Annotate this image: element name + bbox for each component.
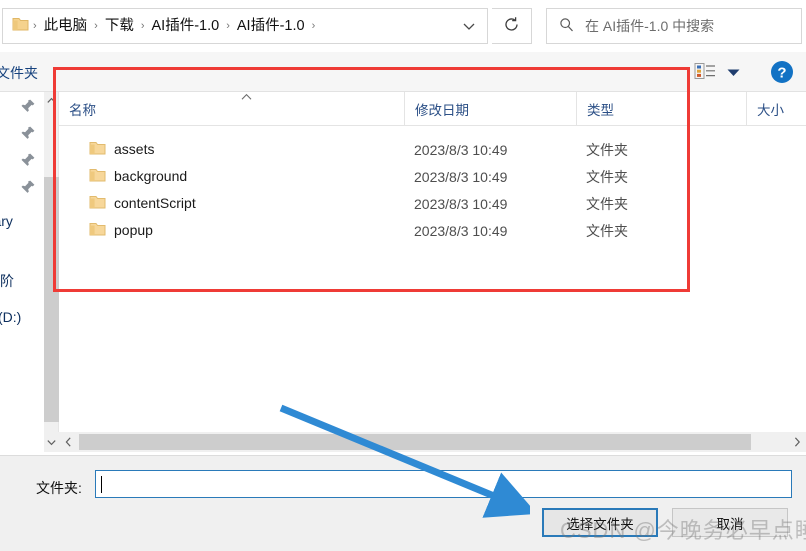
scroll-down-button[interactable]: [44, 432, 59, 452]
navigation-scrollbar[interactable]: [44, 92, 59, 452]
button-label: 取消: [716, 516, 744, 532]
breadcrumb-separator: ›: [94, 20, 98, 32]
view-layout-button[interactable]: [692, 61, 718, 83]
scroll-thumb[interactable]: [44, 177, 59, 422]
folder-icon: [12, 17, 29, 35]
file-date: 2023/8/3 10:49: [414, 222, 508, 239]
view-layout-icon: [694, 62, 716, 83]
search-icon: [559, 17, 574, 35]
column-label: 大小: [757, 102, 784, 118]
breadcrumb-label: 下载: [104, 18, 134, 34]
folder-path-input[interactable]: [95, 470, 792, 498]
folder-icon: [89, 222, 106, 237]
file-name: contentScript: [114, 195, 196, 211]
column-header-row: 名称 修改日期 类型 大小: [59, 92, 806, 126]
refresh-icon: [503, 16, 520, 36]
folder-field-label: 文件夹:: [36, 480, 82, 496]
folder-icon: [89, 195, 106, 210]
column-label: 名称: [69, 102, 96, 118]
breadcrumb-item-1[interactable]: › 下载: [92, 9, 139, 43]
column-header-size[interactable]: 大小: [746, 92, 806, 125]
pin-icon[interactable]: [20, 125, 36, 141]
toolbar-folder-label: 文件夹: [0, 65, 38, 81]
chevron-down-icon: [727, 65, 740, 80]
breadcrumb-separator: ›: [226, 20, 230, 32]
pin-icon[interactable]: [20, 179, 36, 195]
help-icon: ?: [770, 61, 794, 87]
scroll-up-button[interactable]: [44, 92, 59, 109]
breadcrumb-label: AI插件-1.0: [151, 18, 220, 34]
column-label: 修改日期: [415, 102, 469, 118]
file-date: 2023/8/3 10:49: [414, 168, 508, 185]
search-box[interactable]: 在 AI插件-1.0 中搜索: [546, 8, 802, 44]
breadcrumb-label: AI插件-1.0: [236, 18, 305, 34]
breadcrumb-separator: ›: [311, 20, 316, 32]
top-bar: › 此电脑 › 下载 › AI插件-1.0 › AI插件-1.0 › 在 AI插…: [0, 0, 806, 52]
search-input[interactable]: 在 AI插件-1.0 中搜索: [585, 16, 714, 36]
svg-text:?: ?: [777, 64, 786, 81]
table-row[interactable]: contentScript 2023/8/3 10:49 文件夹: [59, 190, 806, 217]
view-dropdown-button[interactable]: [722, 61, 744, 83]
folder-icon: [89, 168, 106, 183]
nav-item-label: nmary: [0, 213, 13, 229]
pin-icon[interactable]: [20, 152, 36, 168]
file-name: background: [114, 168, 188, 184]
refresh-button[interactable]: [492, 8, 532, 44]
cancel-button[interactable]: 取消: [672, 508, 788, 537]
chevron-down-icon[interactable]: [461, 9, 477, 43]
table-row[interactable]: background 2023/8/3 10:49 文件夹: [59, 163, 806, 190]
breadcrumb-item-3[interactable]: › AI插件-1.0 ›: [224, 9, 317, 43]
breadcrumb-item-2[interactable]: › AI插件-1.0: [139, 9, 224, 43]
help-button[interactable]: ?: [770, 60, 794, 84]
select-folder-button[interactable]: 选择文件夹: [542, 508, 658, 537]
sort-ascending-caret: [241, 93, 252, 103]
nav-item-drive-d[interactable]: (D:): [0, 306, 21, 328]
table-row[interactable]: assets 2023/8/3 10:49 文件夹: [59, 136, 806, 163]
scroll-right-button[interactable]: [788, 432, 806, 452]
column-header-type[interactable]: 类型: [576, 92, 746, 125]
horizontal-scrollbar[interactable]: [59, 432, 806, 452]
folder-icon: [89, 141, 106, 156]
file-date: 2023/8/3 10:49: [414, 195, 508, 212]
breadcrumb-separator: ›: [33, 20, 37, 32]
file-type: 文件夹: [586, 141, 628, 158]
button-label: 选择文件夹: [566, 516, 634, 532]
breadcrumb-label: 此电脑: [43, 18, 88, 34]
breadcrumb-item-0[interactable]: › 此电脑: [31, 9, 92, 43]
nav-item-label: (D:): [0, 309, 22, 325]
scroll-thumb[interactable]: [79, 434, 751, 450]
file-name: assets: [114, 141, 155, 157]
text-cursor: [101, 476, 102, 493]
table-row[interactable]: popup 2023/8/3 10:49 文件夹: [59, 217, 806, 244]
column-label: 类型: [587, 102, 614, 118]
nav-item-stage[interactable]: 阶: [0, 270, 14, 292]
nav-item-summary[interactable]: nmary: [0, 210, 13, 232]
file-date: 2023/8/3 10:49: [414, 141, 508, 158]
file-type: 文件夹: [586, 168, 628, 185]
column-header-date[interactable]: 修改日期: [404, 92, 576, 125]
address-bar[interactable]: › 此电脑 › 下载 › AI插件-1.0 › AI插件-1.0 ›: [2, 8, 488, 44]
breadcrumb-separator: ›: [140, 20, 145, 32]
scroll-left-button[interactable]: [59, 432, 77, 452]
file-type: 文件夹: [586, 195, 628, 212]
file-type: 文件夹: [586, 222, 628, 239]
file-list[interactable]: 名称 修改日期 类型 大小 assets 2023/8/3 10:49 文件夹: [59, 92, 806, 432]
nav-item-label: 阶: [0, 273, 14, 289]
navigation-pane[interactable]: nmary 阶 (D:): [0, 92, 44, 452]
toolbar: 文件夹 ?: [0, 52, 806, 92]
file-name: popup: [114, 222, 153, 238]
column-header-name[interactable]: 名称: [59, 92, 404, 125]
pin-icon[interactable]: [20, 98, 36, 114]
